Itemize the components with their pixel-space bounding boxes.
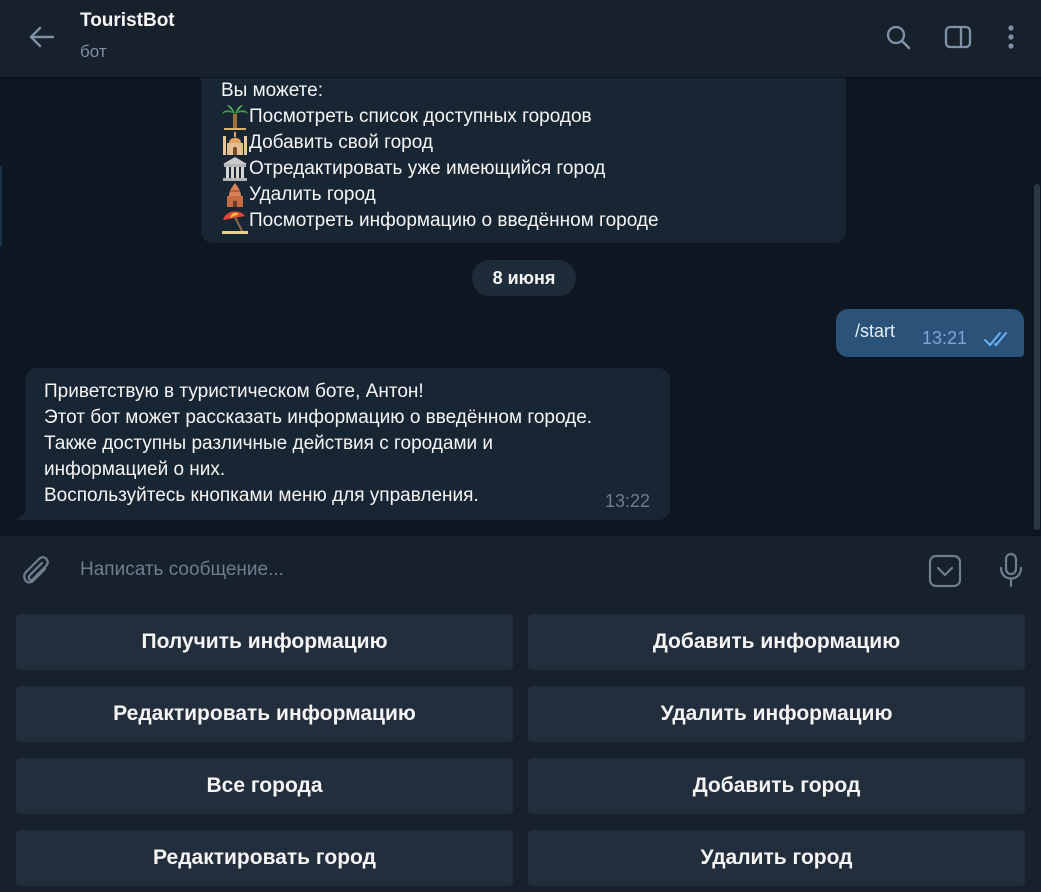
classical-building-emoji [221,156,249,182]
reply-keyboard: Получить информацию Добавить информацию … [0,603,1041,892]
get-info-button[interactable]: Получить информацию [16,614,513,670]
message-time: 13:22 [605,491,651,511]
edit-info-button[interactable]: Редактировать информацию [16,686,513,742]
message-input[interactable] [80,554,880,586]
sidebar-icon [944,25,972,49]
menu-item-label: Отредактировать уже имеющийся город [249,158,606,179]
menu-item-label: Посмотреть информацию о введённом городе [249,210,659,231]
voice-message-button[interactable] [992,550,1030,590]
all-cities-button[interactable]: Все города [16,758,513,814]
bot-keyboard-toggle-button[interactable] [926,552,964,590]
palm-tree-emoji [221,104,249,130]
search-icon [886,25,911,50]
menu-item: Удалить город [221,182,659,208]
message-bubble-incoming[interactable]: Приветствую в туристическом боте, Антон!… [25,368,670,520]
scroll-marker [0,166,2,246]
more-vertical-icon [1008,25,1014,49]
add-info-button[interactable]: Добавить информацию [528,614,1025,670]
keyboard-collapse-icon [928,554,962,588]
date-divider: 8 июня [472,260,576,296]
double-check-icon [984,332,1007,346]
add-city-button[interactable]: Добавить город [528,758,1025,814]
message-line: Воспользуйтесь кнопками меню для управле… [44,485,479,506]
message-line: Также доступны различные действия с горо… [44,433,494,454]
hindu-temple-emoji [221,182,249,208]
delete-info-button[interactable]: Удалить информацию [528,686,1025,742]
edit-city-button[interactable]: Редактировать город [16,830,513,886]
message-time: 13:21 [922,328,968,348]
menu-item: Отредактировать уже имеющийся город [221,156,659,182]
menu-item: Посмотреть информацию о введённом городе [221,208,659,234]
menu-item-label: Посмотреть список доступных городов [249,106,592,127]
more-button[interactable] [993,20,1029,54]
back-button[interactable] [22,20,60,54]
arrow-left-icon [29,26,55,48]
composer [0,535,1041,603]
message-bubble-menu[interactable]: Вы можете: Посмотреть список доступных г… [201,68,846,243]
menu-item-label: Добавить свой город [249,132,433,153]
chat-subtitle: бот [80,42,107,61]
paperclip-icon [23,556,49,584]
message-line: информацией о них. [44,459,226,480]
message-text: /start [855,321,896,341]
message-bubble-outgoing[interactable]: /start 13:21 [836,309,1024,357]
search-button[interactable] [880,20,916,54]
menu-item: Посмотреть список доступных городов [221,104,659,130]
menu-item: Добавить свой город [221,130,659,156]
microphone-icon [999,552,1023,588]
message-line: Этот бот может рассказать информацию о в… [44,407,593,428]
chat-header: TouristBot бот [0,0,1041,78]
mosque-emoji [221,130,249,156]
menu-intro: Вы можете: [221,80,324,101]
attach-button[interactable] [18,552,56,590]
beach-umbrella-emoji [221,208,249,234]
scrollbar-thumb[interactable] [1034,184,1040,530]
delete-city-button[interactable]: Удалить город [528,830,1025,886]
message-line: Приветствую в туристическом боте, Антон! [44,381,424,402]
menu-item-label: Удалить город [249,184,376,205]
toggle-sidebar-button[interactable] [940,20,976,54]
chat-title[interactable]: TouristBot [80,10,175,32]
